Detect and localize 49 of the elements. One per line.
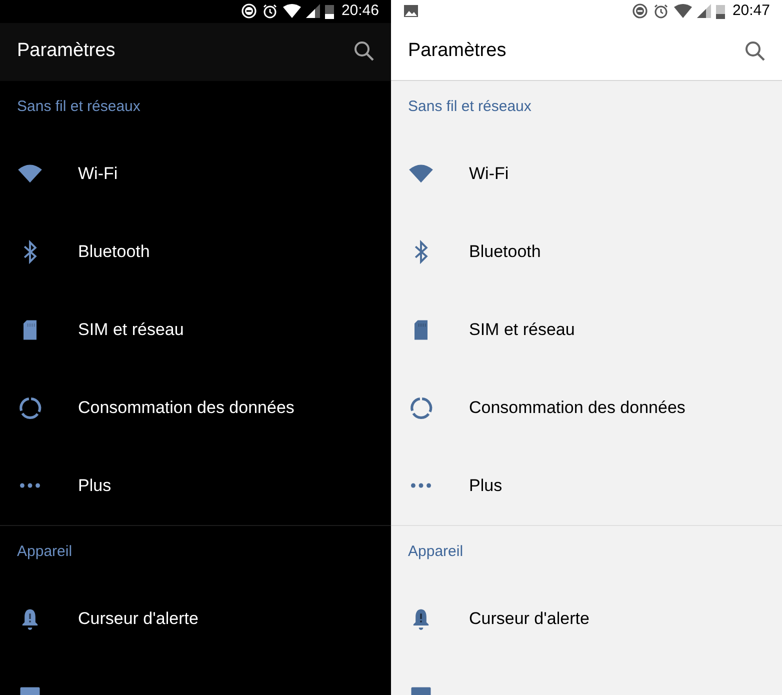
settings-item[interactable]: Curseur d'alerte bbox=[0, 580, 391, 658]
section-header: Sans fil et réseaux bbox=[408, 97, 532, 118]
battery-icon bbox=[716, 4, 726, 19]
section-header: Appareil bbox=[17, 542, 72, 562]
search-icon[interactable] bbox=[744, 40, 766, 62]
item-label: SIM et réseau bbox=[78, 318, 184, 341]
settings-item[interactable]: Plus bbox=[0, 446, 391, 524]
battery-icon bbox=[325, 4, 334, 19]
settings-item[interactable]: SIM et réseau bbox=[391, 290, 782, 368]
alarm-clock-icon bbox=[653, 3, 670, 20]
item-label: Curseur d'alerte bbox=[78, 608, 198, 630]
section-header: Sans fil et réseaux bbox=[17, 97, 140, 118]
more-dots-icon bbox=[411, 483, 431, 488]
do-not-disturb-icon bbox=[632, 3, 648, 20]
settings-item[interactable]: Plus bbox=[391, 446, 782, 524]
cell-signal-icon bbox=[697, 4, 712, 18]
item-label: Curseur d'alerte bbox=[469, 608, 590, 630]
data-usage-icon bbox=[17, 394, 43, 420]
wifi-signal-icon bbox=[674, 4, 692, 18]
item-label: Bluetooth bbox=[78, 240, 150, 263]
item-label: Plus bbox=[78, 474, 112, 497]
item-label: Wi-Fi bbox=[469, 162, 509, 185]
item-label: Consommation des données bbox=[469, 396, 686, 419]
search-icon[interactable] bbox=[353, 40, 375, 62]
status-time: 20:46 bbox=[341, 1, 379, 21]
wifi-signal-icon bbox=[283, 4, 302, 18]
status-time: 20:47 bbox=[732, 1, 770, 21]
item-label: Plus bbox=[469, 474, 502, 497]
item-label: SIM et réseau bbox=[469, 318, 575, 341]
item-label: Bluetooth bbox=[469, 240, 541, 263]
item-label: Wi-Fi bbox=[78, 162, 118, 185]
cell-signal-icon bbox=[306, 4, 320, 18]
item-label: Consommation des données bbox=[78, 396, 294, 419]
settings-item[interactable]: Wi-Fi bbox=[391, 134, 782, 212]
section-header: Appareil bbox=[408, 542, 464, 562]
settings-item[interactable]: Consommation des données bbox=[391, 368, 782, 446]
settings-item[interactable]: SIM et réseau bbox=[0, 290, 391, 368]
settings-item[interactable]: Consommation des données bbox=[0, 368, 391, 446]
settings-item[interactable]: Curseur d'alerte bbox=[391, 580, 782, 658]
do-not-disturb-icon bbox=[241, 3, 258, 20]
settings-item[interactable]: Wi-Fi bbox=[0, 134, 391, 212]
screen-title: Paramètres bbox=[408, 38, 506, 63]
data-usage-icon bbox=[408, 394, 434, 420]
settings-item[interactable]: Bluetooth bbox=[0, 212, 391, 290]
screen-title: Paramètres bbox=[17, 38, 116, 63]
image-notification-icon bbox=[403, 4, 419, 18]
alarm-clock-icon bbox=[262, 3, 278, 20]
settings-item[interactable]: Bluetooth bbox=[391, 212, 782, 290]
more-dots-icon bbox=[20, 483, 40, 488]
